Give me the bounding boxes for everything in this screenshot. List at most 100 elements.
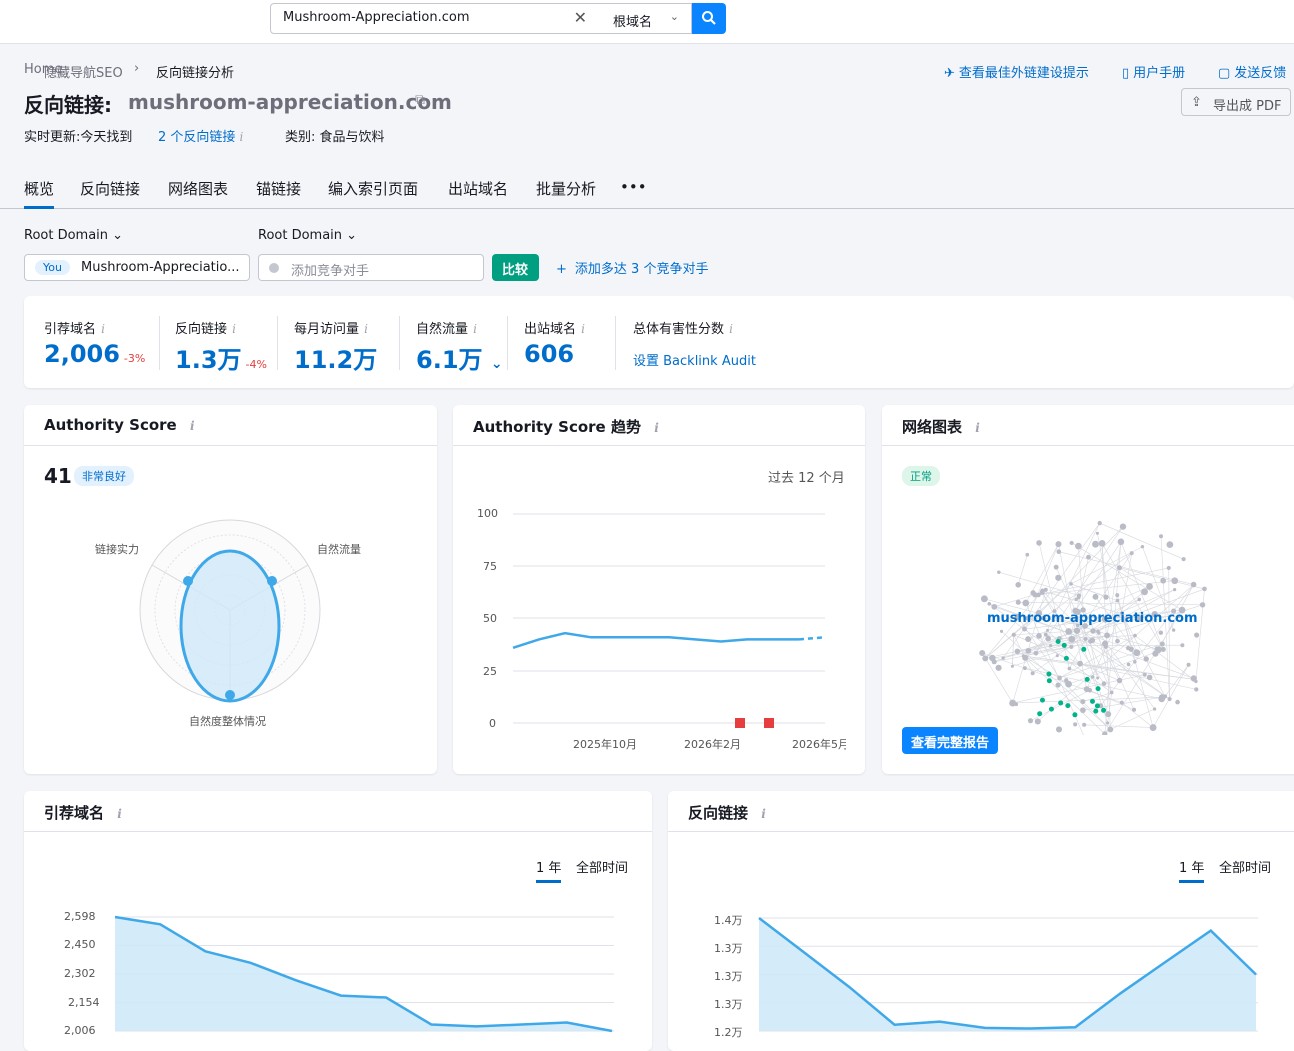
tab-anchors[interactable]: 锚链接 [256,178,301,199]
network-node [1044,633,1048,637]
network-node [1073,722,1077,726]
network-node [1074,598,1077,601]
info-icon[interactable]: i [240,130,244,144]
network-node [1025,636,1031,642]
scope-select[interactable]: 根域名 ⌄ [601,3,692,34]
export-pdf-button[interactable]: ⇪ 导出成 PDF [1181,88,1291,116]
comment-icon: ▢ [1218,66,1230,81]
network-node [992,659,997,664]
info-icon: i [101,322,105,336]
network-node [1133,649,1140,656]
update-link[interactable]: 2 个反向链接 i [158,126,243,145]
network-node [1093,594,1099,600]
network-node [1106,721,1109,724]
network-node [1133,634,1137,638]
update-text: 实时更新:今天找到 [24,126,132,145]
stat-monthly-visits[interactable]: 每月访问量 i 11.2万 [294,318,368,337]
divider [882,445,1294,446]
network-node [1120,701,1124,705]
referring-domains-chart [24,791,652,1051]
info-icon: i [975,421,980,435]
domain-type-dropdown[interactable]: Root Domain ⌄ [24,228,123,243]
tab-overview[interactable]: 概览 [24,178,54,209]
network-node [1167,541,1174,548]
manual-link[interactable]: ▯用户手册 [1122,62,1185,81]
network-node [1011,665,1014,668]
network-node [1030,590,1035,595]
tab-outbound-domains[interactable]: 出站域名 [448,178,508,199]
network-node [1022,600,1029,607]
you-badge: You [35,260,70,275]
info-icon: i [581,322,585,336]
network-node [1187,663,1191,667]
tab-bulk-analysis[interactable]: 批量分析 [536,178,596,199]
network-node [1180,643,1184,647]
tab-network-graph[interactable]: 网络图表 [168,178,228,199]
network-node [981,595,988,602]
authority-radar-chart [130,515,330,715]
divider [24,445,437,446]
authority-score-card: Authority Score i 41 非常良好 链接实力 自然流量 自然度整… [24,405,437,774]
network-node [1202,587,1207,592]
feedback-link[interactable]: ▢发送反馈 [1218,62,1286,81]
network-node [1116,599,1120,603]
divider [507,316,508,370]
view-full-report-button[interactable]: 查看完整报告 [902,727,998,754]
setup-backlink-audit-link[interactable]: 设置 Backlink Audit [633,350,756,369]
network-node [1036,540,1042,546]
info-icon: i [729,322,733,336]
info-icon: i [473,322,477,336]
network-node [1160,641,1165,646]
tab-indexed-pages[interactable]: 编入索引页面 [328,178,418,199]
domain-search-input[interactable]: Mushroom-Appreciation.com ✕ [270,3,602,34]
trend-series-line [513,633,799,648]
info-icon: i [190,419,195,433]
stat-organic-traffic[interactable]: 自然流量 i 6.1万 ⌄ [416,318,477,337]
network-node [1141,545,1144,548]
trend-forecast-line [799,637,825,639]
network-node [1159,534,1163,538]
network-node [1068,636,1075,643]
tab-backlinks[interactable]: 反向链接 [80,178,140,199]
card-title: 网络图表 i [902,416,980,437]
network-node [1034,651,1039,656]
plus-icon: + [556,262,567,277]
search-button[interactable] [692,3,726,34]
network-edge [1122,703,1153,728]
network-node [1084,686,1090,692]
stat-backlinks[interactable]: 反向链接 i 1.3万-4% [175,318,236,337]
backlinks-card: 反向链接 i 1 年 全部时间 1.4万 1.3万 1.3万 1.3万 1.2万 [668,791,1294,1051]
your-domain-field[interactable]: You Mushroom-Appreciatio... [24,254,250,281]
network-node [1036,633,1042,639]
competitor-type-dropdown[interactable]: Root Domain ⌄ [258,228,357,243]
page-title: 反向链接: [24,89,112,118]
compare-button[interactable]: 比较 [492,254,539,281]
authority-trend-card: Authority Score 趋势 i 过去 12 个月 100 75 50 … [453,405,865,774]
tips-link[interactable]: ✈查看最佳外链建设提示 [944,62,1089,81]
network-node [1141,588,1148,595]
upload-icon: ⇪ [1191,95,1202,110]
competitor-field[interactable]: 添加竞争对手 [258,254,484,281]
add-competitors-link[interactable]: +添加多达 3 个竞争对手 [556,258,708,277]
network-node [1137,598,1141,602]
stat-referring-domains[interactable]: 引荐域名 i 2,006-3% [44,318,105,337]
network-edge [1044,553,1132,618]
network-node [1200,602,1205,607]
network-node [1075,543,1082,550]
external-link-icon[interactable]: ⧉ [415,92,425,108]
more-tabs-icon[interactable]: ••• [620,178,647,196]
network-node [1175,700,1180,705]
network-edge [982,653,1122,703]
network-node [1022,655,1028,661]
network-node [1096,677,1099,680]
clear-icon[interactable]: ✕ [574,8,587,27]
network-node [1097,631,1101,635]
network-node [1055,575,1061,581]
network-node-highlight [1072,712,1077,717]
network-node-highlight [1056,639,1061,644]
network-node [1040,590,1045,595]
page-title-domain[interactable]: mushroom-appreciation.com [128,90,452,114]
network-node [1167,566,1171,570]
stat-outbound-domains[interactable]: 出站域名 i 606 [524,318,585,337]
network-node [1023,666,1027,670]
